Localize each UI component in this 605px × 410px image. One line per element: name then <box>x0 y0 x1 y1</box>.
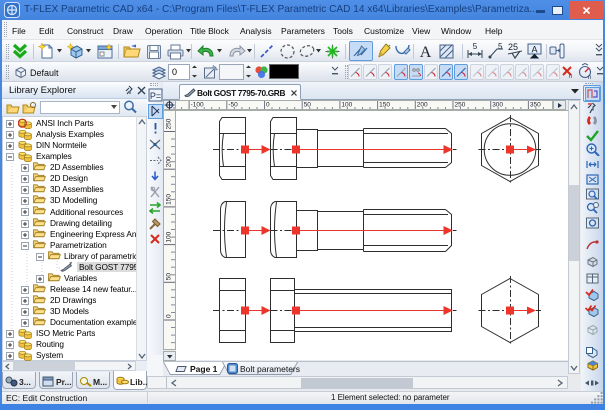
svg-text:A: A <box>531 45 537 55</box>
svg-text:200: 200 <box>166 156 173 167</box>
svg-text:0: 0 <box>266 102 270 109</box>
svg-text:100: 100 <box>166 231 173 242</box>
svg-text:150: 150 <box>166 194 173 205</box>
svg-text:-50: -50 <box>228 102 238 109</box>
svg-text:n: n <box>569 74 572 79</box>
svg-text:P=: P= <box>150 91 161 101</box>
svg-text:25: 25 <box>508 42 518 52</box>
svg-text:250: 250 <box>166 118 173 129</box>
svg-text:A: A <box>420 44 432 60</box>
svg-text:n: n <box>588 75 591 80</box>
svg-text:-100: -100 <box>191 102 204 109</box>
svg-text:50: 50 <box>166 273 173 281</box>
svg-text:5: 5 <box>498 42 503 51</box>
svg-text:0: 0 <box>166 314 173 318</box>
svg-text:5: 5 <box>473 42 478 51</box>
